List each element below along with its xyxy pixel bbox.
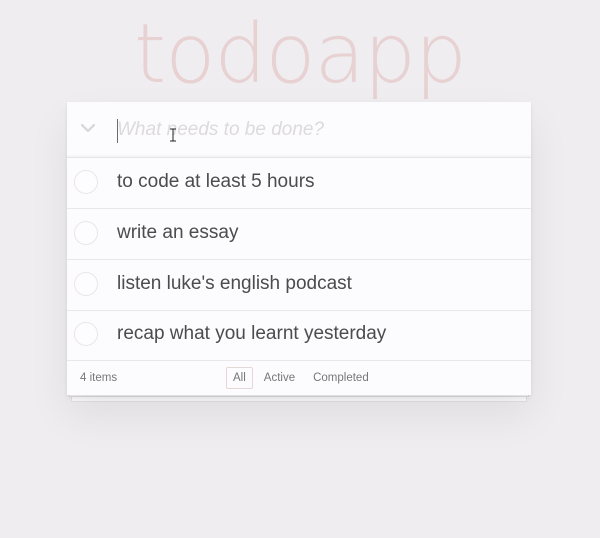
filter-completed[interactable]: Completed [306, 367, 376, 389]
todo-item[interactable]: recap what you learnt yesterday [67, 310, 531, 361]
todo-toggle-checkbox[interactable] [74, 170, 98, 194]
todo-app-panel: to code at least 5 hours write an essay … [67, 102, 531, 403]
app-title: todoapp [134, 7, 467, 102]
todo-label: listen luke's english podcast [117, 273, 352, 294]
todo-toggle-checkbox[interactable] [74, 221, 98, 245]
filter-active[interactable]: Active [257, 367, 302, 389]
todo-label: write an essay [117, 222, 239, 243]
new-todo-input[interactable] [117, 112, 517, 148]
filter-all[interactable]: All [226, 367, 253, 389]
text-cursor-icon [170, 128, 176, 142]
todo-item[interactable]: write an essay [67, 209, 531, 260]
chevron-down-icon [81, 123, 95, 132]
toggle-all-button[interactable] [79, 119, 97, 137]
text-caret [117, 119, 118, 143]
todo-footer: 4 items All Active Completed [67, 361, 531, 395]
todo-item[interactable]: listen luke's english podcast [67, 260, 531, 311]
todo-item[interactable]: to code at least 5 hours [67, 158, 531, 209]
todo-card: to code at least 5 hours write an essay … [67, 102, 531, 395]
filter-list: All Active Completed [226, 367, 380, 389]
todo-label: to code at least 5 hours [117, 171, 315, 192]
items-left-count: 4 items [80, 372, 118, 384]
new-todo-row [67, 102, 531, 158]
todo-label: recap what you learnt yesterday [117, 323, 387, 344]
todo-toggle-checkbox[interactable] [74, 272, 98, 296]
todo-toggle-checkbox[interactable] [74, 322, 98, 346]
